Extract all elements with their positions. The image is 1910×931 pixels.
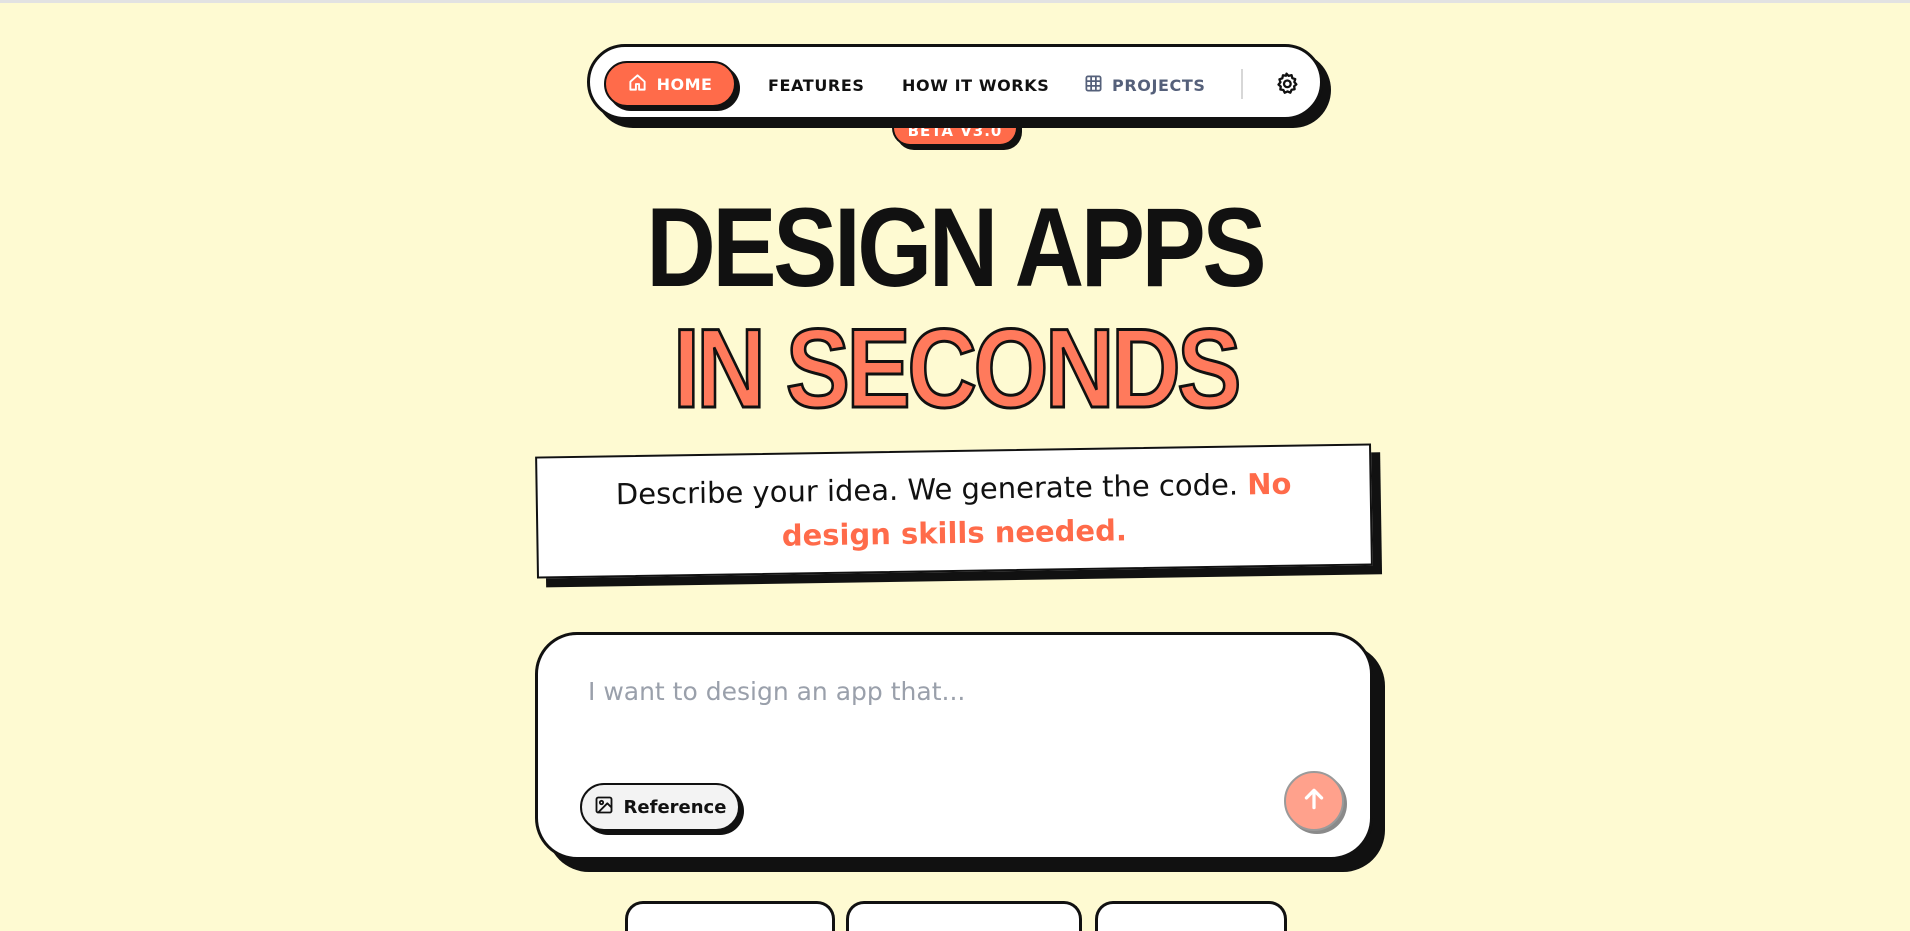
nav-features-link[interactable]: FEATURES [768, 70, 864, 100]
tagline-text: Describe your idea. We generate the code… [577, 461, 1330, 561]
send-button[interactable] [1284, 771, 1344, 831]
prompt-input[interactable] [586, 675, 1290, 769]
suggestion-chip-3[interactable] [1095, 901, 1287, 931]
tagline-main: Describe your idea. We generate the code… [615, 467, 1248, 512]
nav-home-label: HOME [656, 74, 713, 94]
nav-divider [1241, 69, 1243, 99]
top-navigation: HOME FEATURES HOW IT WORKS PROJECTS [587, 44, 1323, 120]
reference-label: Reference [623, 796, 727, 818]
reference-button[interactable]: Reference [580, 783, 740, 831]
nav-projects-link[interactable]: PROJECTS [1084, 70, 1206, 100]
suggestion-chip-1[interactable] [625, 901, 835, 931]
nav-how-it-works-label: HOW IT WORKS [902, 75, 1050, 95]
prompt-box: Reference [535, 632, 1373, 860]
image-icon [594, 795, 614, 820]
nav-features-label: FEATURES [768, 75, 865, 95]
settings-button[interactable] [1271, 70, 1301, 100]
hero-title-line1: DESIGN APPS [646, 185, 1267, 310]
arrow-up-icon [1301, 786, 1327, 816]
tagline-card: Describe your idea. We generate the code… [535, 443, 1373, 579]
grid-icon [1084, 74, 1103, 97]
nav-projects-label: PROJECTS [1112, 75, 1206, 95]
nav-home-button[interactable]: HOME [604, 61, 736, 107]
home-icon [628, 73, 647, 96]
hero-title-line2: IN SECONDS [671, 306, 1242, 431]
suggestion-chip-2[interactable] [846, 901, 1082, 931]
window-top-border [0, 0, 1910, 3]
nav-how-it-works-link[interactable]: HOW IT WORKS [902, 70, 1049, 100]
gear-icon [1274, 71, 1299, 100]
